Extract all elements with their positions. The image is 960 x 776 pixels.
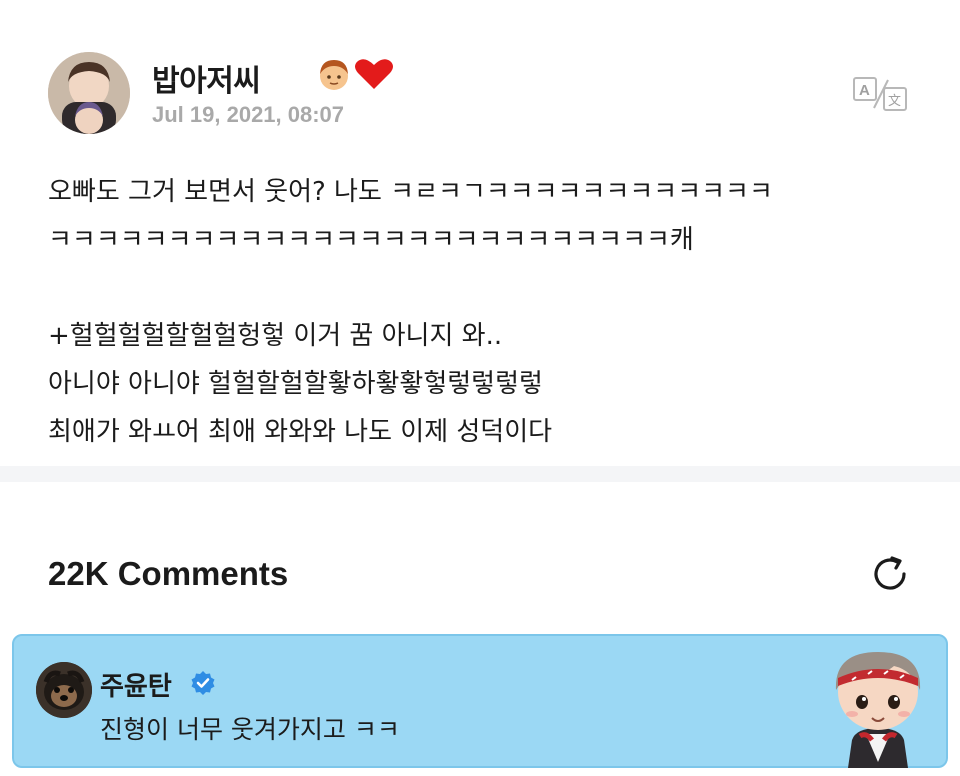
author-emoji — [316, 56, 398, 92]
post-detail-page: 밥아저씨 Jul 19, 2021, 08:07 A 文 오빠도 그거 보면서 … — [0, 0, 960, 776]
post-body: 오빠도 그거 보면서 웃어? 나도 ㅋㄹㅋㄱㅋㅋㅋㅋㅋㅋㅋㅋㅋㅋㅋㅋ ㅋㅋㅋㅋㅋ… — [48, 168, 918, 456]
post-body-line — [48, 264, 918, 312]
translate-icon[interactable]: A 文 — [852, 74, 910, 114]
post-body-line: 오빠도 그거 보면서 웃어? 나도 ㅋㄹㅋㄱㅋㅋㅋㅋㅋㅋㅋㅋㅋㅋㅋㅋ — [48, 177, 773, 207]
commenter-avatar[interactable] — [36, 662, 92, 718]
author-name[interactable]: 밥아저씨 — [152, 56, 261, 100]
red-heart-emoji — [355, 59, 393, 89]
comments-count-title: 22K Comments — [48, 555, 289, 592]
verified-badge-icon — [190, 670, 216, 696]
author-avatar[interactable] — [48, 52, 130, 134]
section-divider — [0, 466, 960, 482]
refresh-icon[interactable] — [866, 550, 914, 598]
boy-emoji — [320, 60, 348, 90]
post-body-line: 아니야 아니야 헐헐할헐할홯하홯홯헣렇렇렇렇 — [48, 369, 543, 399]
post-body-line: 최애가 와ㅛ어 최애 와와와 나도 이제 성덕이다 — [48, 417, 553, 447]
svg-text:A: A — [859, 82, 870, 99]
tinytan-character-sticker — [822, 644, 934, 768]
post-header: 밥아저씨 Jul 19, 2021, 08:07 A 文 — [48, 52, 912, 134]
comment-text: 진형이 너무 웃겨가지고 ㅋㅋ — [100, 715, 400, 744]
post-date: Jul 19, 2021, 08:07 — [152, 102, 345, 127]
artist-comment-card[interactable]: 주윤탄 진형이 너무 웃겨가지고 ㅋㅋ — [12, 634, 948, 768]
svg-text:文: 文 — [888, 94, 901, 109]
post-body-line: +헐헐헐헐할헐헐헝헣 이거 꿈 아니지 와.. — [48, 321, 503, 351]
commenter-name[interactable]: 주윤탄 — [100, 666, 172, 703]
post-body-line: ㅋㅋㅋㅋㅋㅋㅋㅋㅋㅋㅋㅋㅋㅋㅋㅋㅋㅋㅋㅋㅋㅋㅋㅋㅋㅋ캐 — [48, 225, 694, 255]
